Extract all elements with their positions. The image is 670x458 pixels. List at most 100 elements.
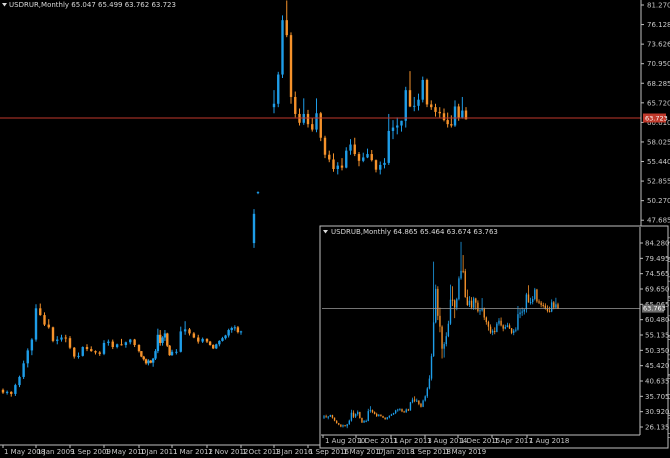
- candle-body: [424, 396, 426, 401]
- candle-body: [168, 345, 171, 356]
- candle-body: [489, 326, 492, 333]
- x-tick-label: 1 Aug 2018: [529, 437, 569, 445]
- candle-body: [525, 294, 528, 310]
- candle-body: [422, 400, 424, 407]
- candle-body: [510, 328, 513, 333]
- candle-body: [417, 99, 420, 106]
- y-tick-label: 60.480: [645, 316, 670, 324]
- candle-body: [392, 413, 395, 415]
- candle-body: [513, 330, 515, 333]
- y-tick-label: 65.720: [647, 99, 670, 107]
- candle-body: [357, 154, 361, 161]
- candle-body: [340, 424, 342, 427]
- candle-body: [546, 308, 549, 311]
- candle-body: [335, 420, 338, 424]
- candle-body: [376, 414, 378, 417]
- candle-body: [483, 308, 485, 318]
- candle-body: [387, 130, 390, 163]
- candle-body: [383, 162, 386, 165]
- y-tick-label: 50.270: [647, 197, 670, 205]
- candle-body: [367, 411, 369, 421]
- candle-body: [124, 342, 128, 345]
- y-tick-label: 26.135: [645, 424, 670, 432]
- candle-body: [466, 297, 469, 305]
- candle-body: [437, 288, 439, 316]
- candle-body: [344, 425, 346, 427]
- candle-body: [137, 344, 141, 352]
- candle-body: [85, 347, 89, 350]
- y-tick-label: 50.350: [645, 347, 670, 355]
- candle-body: [438, 111, 441, 114]
- candle-body: [515, 329, 517, 331]
- y-tick-label: 40.635: [645, 378, 670, 386]
- candle-body: [68, 338, 72, 348]
- candle-body: [281, 20, 284, 75]
- y-tick-label: 58.025: [647, 138, 670, 146]
- candle-body: [442, 113, 446, 121]
- candle-body: [120, 344, 123, 346]
- candle-body: [319, 113, 322, 138]
- candle-body: [34, 308, 38, 340]
- candle-body: [81, 347, 84, 356]
- inset-chart-window[interactable]: USDRUB,Monthly 64.865 65.464 63.674 63.7…: [319, 225, 670, 449]
- candle-body: [491, 330, 494, 333]
- candle-body: [430, 356, 433, 379]
- candle-body: [508, 325, 511, 329]
- y-tick-label: 79.495: [645, 255, 670, 263]
- candle-body: [534, 289, 536, 300]
- candle-body: [428, 378, 431, 389]
- current-price-label: 63.723: [645, 115, 668, 123]
- candle-body: [384, 417, 386, 420]
- candle-body: [252, 213, 256, 244]
- candle-body: [47, 324, 50, 328]
- candle-body: [192, 333, 196, 338]
- y-tick-label: 45.420: [645, 362, 670, 370]
- candle-body: [51, 327, 55, 341]
- candle-body: [325, 416, 327, 418]
- candle-body: [517, 314, 519, 330]
- candle-body: [453, 106, 457, 126]
- candle-body: [56, 339, 59, 341]
- candle-body: [420, 403, 422, 407]
- candle-body: [188, 329, 191, 334]
- candle-body: [236, 327, 240, 333]
- candle-body: [342, 425, 344, 427]
- y-tick-label: 47.685: [647, 217, 670, 225]
- current-price-tag: 63.723: [643, 113, 668, 123]
- candle-body: [464, 271, 466, 298]
- candle-body: [548, 310, 551, 312]
- candle-body: [404, 90, 407, 121]
- candle-body: [350, 412, 353, 421]
- candle-body: [147, 360, 150, 364]
- candle-body: [371, 410, 374, 413]
- candle-body: [485, 317, 488, 323]
- y-tick-label: 76.128: [647, 21, 670, 29]
- candle-body: [215, 344, 218, 349]
- x-tick-label: 1 Mar 2012: [173, 448, 213, 456]
- candle-body: [142, 356, 145, 360]
- candle-body: [527, 294, 530, 303]
- inset-symbol-title: USDRUB,Monthly 64.865 65.464 63.674 63.7…: [331, 228, 498, 236]
- candle-body: [349, 144, 352, 151]
- candle-body: [357, 412, 359, 415]
- candle-body: [391, 127, 395, 131]
- candle-body: [540, 302, 542, 305]
- candle-body: [386, 417, 388, 420]
- candle-body: [445, 336, 447, 345]
- candle-body: [557, 304, 559, 309]
- candle-body: [197, 337, 200, 342]
- candle-body: [553, 302, 555, 308]
- candle-body: [363, 420, 365, 423]
- candle-body: [329, 415, 332, 417]
- y-tick-label: 81.270: [647, 2, 670, 10]
- candle-body: [230, 328, 233, 331]
- candle-body: [149, 360, 152, 363]
- x-tick-label: 1 Apr 2017: [494, 437, 533, 445]
- candle-body: [170, 351, 174, 356]
- candle-body: [327, 416, 329, 418]
- candle-body: [432, 322, 435, 357]
- candle-body: [396, 125, 399, 128]
- candle-body: [331, 415, 334, 418]
- candle-body: [208, 341, 212, 345]
- candle-body: [183, 329, 187, 332]
